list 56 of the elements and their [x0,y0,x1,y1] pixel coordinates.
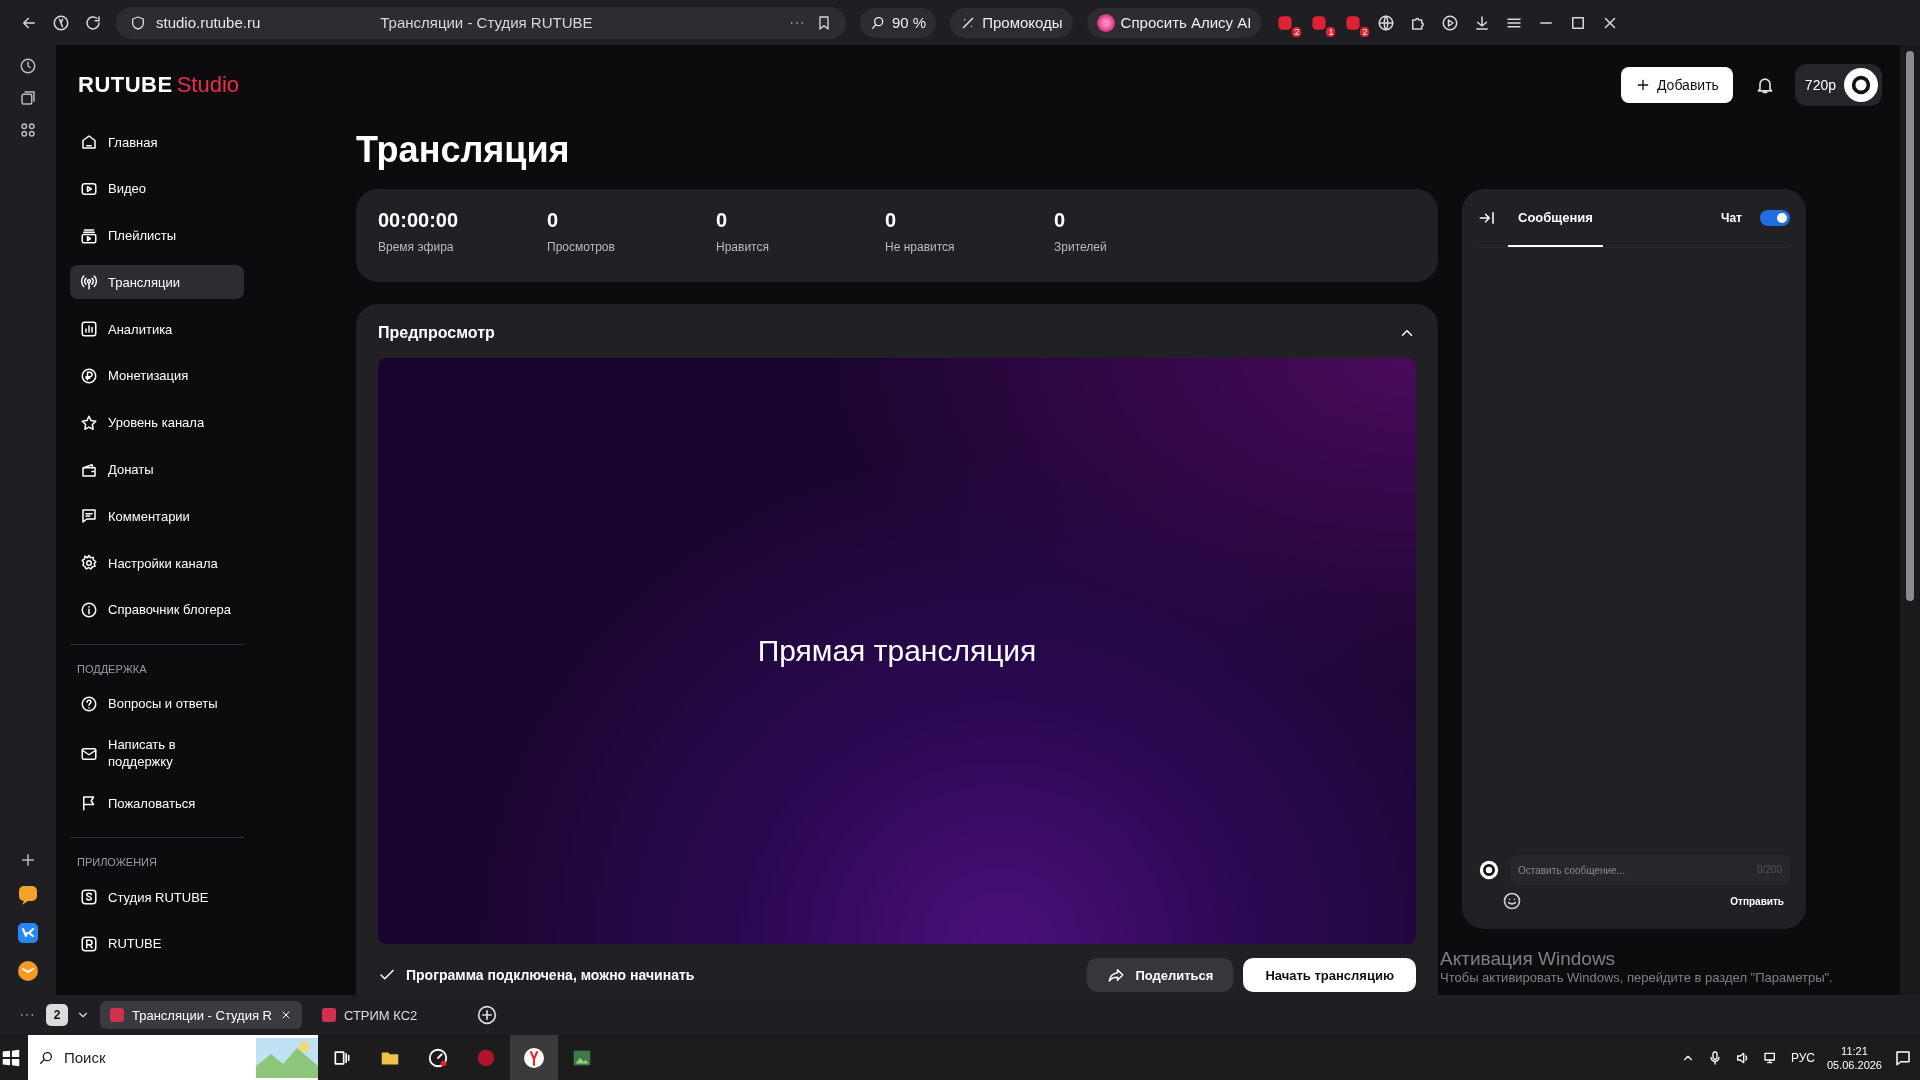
sidebar-item[interactable]: Плейлисты [70,218,244,253]
preview-title: Предпросмотр [378,324,495,342]
page-title: Трансляция [356,129,571,172]
section-heading: ПОДДЕРЖКА [76,662,148,675]
stat-label: Зрителей [1054,240,1108,254]
extension-badge: 2 [1360,26,1370,37]
sidebar-item[interactable]: Вопросы и ответы [70,686,244,721]
sidebar-item[interactable]: Студия RUTUBE [70,880,244,915]
browser-tab[interactable]: Трансляции - Студия R [100,1001,302,1029]
studio-logo[interactable]: RUTUBE Studio [78,72,240,98]
sidebar-item[interactable]: Аналитика [70,312,244,347]
taskbar-search[interactable]: Поиск [28,1035,318,1080]
stat-label: Не нравится [885,240,956,254]
stat-label: Нравится [716,240,770,254]
extension-badge: 1 [1326,26,1336,37]
stat-value: 0 [885,209,898,232]
section-heading: ПРИЛОЖЕНИЯ [76,856,158,869]
sidebar-item[interactable]: Главная [70,125,244,159]
sidebar-item[interactable]: Трансляции [70,265,244,300]
activation-text: Чтобы активировать Windows, перейдите в раздел "Параметры". [1440,970,1833,985]
browser-tab[interactable]: СТРИМ КС2 [311,1001,467,1029]
sidebar-item[interactable]: Монетизация [70,359,244,393]
quality-button[interactable]: 720p [1794,64,1882,106]
sidebar-item[interactable]: Комментарии [70,499,244,534]
sidebar-item[interactable]: Настройки канала [70,546,244,581]
stat-value: 0 [547,209,560,232]
start-broadcast-button[interactable]: Начать трансляцию [1243,958,1416,992]
address-bar[interactable]: studio.rutube.ru Трансляции - Студия RUTUBE [116,6,846,39]
extension-badge: 2 [1292,26,1302,37]
stat-value: 0 [1054,209,1067,232]
tab-count[interactable]: 2 [46,1004,68,1026]
language-indicator[interactable]: РУС [1790,1050,1815,1065]
stat-label: Просмотров [547,240,616,254]
sidebar-item[interactable]: Написать в поддержку [70,733,244,774]
zoom-button[interactable]: 90 % [860,7,937,38]
messages-tab[interactable]: Сообщения [1508,189,1603,247]
message-field[interactable]: Оставить сообщение... [1510,855,1753,885]
preview-caption: Прямая трансляция [757,634,1037,668]
send-button[interactable]: Отправить [1724,894,1790,908]
add-button[interactable]: Добавить [1620,67,1733,103]
toggle-label: Чат [1721,211,1742,225]
alice-button[interactable]: Спросить Алису AI [1086,7,1262,38]
sidebar-item[interactable]: Пожаловаться [70,786,244,821]
stat-value: 0 [716,209,729,232]
sidebar-item[interactable]: Донаты [70,452,244,487]
sidebar-item[interactable]: Уровень канала [70,405,244,440]
share-button[interactable]: Поделиться [1087,958,1234,992]
sidebar-item[interactable]: RUTUBE [70,926,244,961]
clock[interactable]: 11:21 05.06.2026 [1826,1044,1882,1071]
promo-button[interactable]: Промокоды [950,7,1073,38]
sidebar-item[interactable]: Справочник блогера [70,592,244,627]
activation-title: Активация Windows [1440,948,1617,970]
stat-value: 00:00:00 [378,209,460,232]
status-text: Программа подключена, можно начинать [406,967,696,983]
sidebar-item[interactable]: Видео [70,171,244,206]
stat-label: Время эфира [378,240,455,254]
